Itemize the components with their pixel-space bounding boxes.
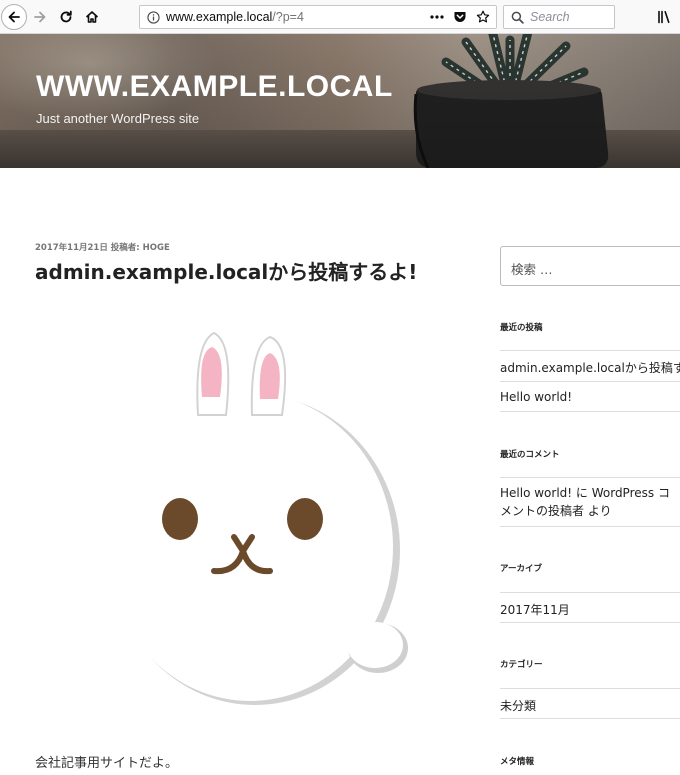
url-text[interactable]: www.example.local/?p=4 <box>166 10 304 24</box>
browser-toolbar: www.example.local/?p=4 Search <box>0 0 680 34</box>
sidebar-search-input[interactable]: 検索 … <box>500 246 680 286</box>
back-arrow-icon <box>8 11 20 23</box>
url-host: www.example.local <box>166 10 273 24</box>
archive-item[interactable]: 2017年11月 <box>500 592 680 623</box>
reload-icon <box>60 10 72 23</box>
library-icon <box>658 10 670 24</box>
forward-arrow-icon <box>34 11 46 23</box>
post-title[interactable]: admin.example.localから投稿するよ! <box>35 256 417 285</box>
search-icon <box>511 11 524 24</box>
info-icon[interactable] <box>147 11 160 24</box>
site-description: Just another WordPress site <box>36 111 200 126</box>
search-input[interactable]: Search <box>503 5 615 29</box>
page-actions-icon[interactable] <box>430 14 444 20</box>
recent-post-link[interactable]: admin.example.localから投稿するよ! <box>500 359 680 376</box>
post-body: 会社記事用サイトだよ。 <box>35 756 179 771</box>
recent-post-item[interactable]: Hello world! <box>500 381 680 412</box>
search-placeholder: Search <box>530 10 570 24</box>
recent-comment-text[interactable]: Hello world! に WordPress コメントの投稿者 より <box>500 484 680 520</box>
home-icon <box>85 11 99 23</box>
url-bar[interactable]: www.example.local/?p=4 <box>139 5 497 29</box>
rabbit-illustration <box>107 331 408 705</box>
recent-post-item[interactable]: admin.example.localから投稿するよ! <box>500 350 680 381</box>
url-path: /?p=4 <box>272 10 304 24</box>
category-link[interactable]: 未分類 <box>500 697 536 714</box>
recent-comments-title: 最近のコメント <box>500 450 560 460</box>
site-title[interactable]: WWW.EXAMPLE.LOCAL <box>36 70 393 104</box>
meta-title: メタ情報 <box>500 757 535 767</box>
bookmark-star-icon[interactable] <box>476 10 490 24</box>
sidebar: 検索 … 最近の投稿 admin.example.localから投稿するよ! H… <box>500 246 680 775</box>
post-meta[interactable]: 2017年11月21日 投稿者: HOGE <box>35 241 170 253</box>
reload-button[interactable] <box>54 5 78 29</box>
recent-post-link[interactable]: Hello world! <box>500 390 572 404</box>
pocket-icon[interactable] <box>453 10 467 24</box>
recent-posts-title: 最近の投稿 <box>500 323 543 333</box>
archive-link[interactable]: 2017年11月 <box>500 601 570 618</box>
categories-title: カテゴリー <box>500 660 543 670</box>
category-item[interactable]: 未分類 <box>500 688 680 719</box>
archives-title: アーカイブ <box>500 564 542 574</box>
home-button[interactable] <box>80 5 104 29</box>
forward-button[interactable] <box>28 5 52 29</box>
back-button[interactable] <box>1 4 27 30</box>
library-button[interactable] <box>652 5 676 29</box>
site-header: WWW.EXAMPLE.LOCAL Just another WordPress… <box>0 34 680 168</box>
recent-comment-item: Hello world! に WordPress コメントの投稿者 より <box>500 477 680 527</box>
sidebar-search-placeholder: 検索 … <box>511 262 553 277</box>
